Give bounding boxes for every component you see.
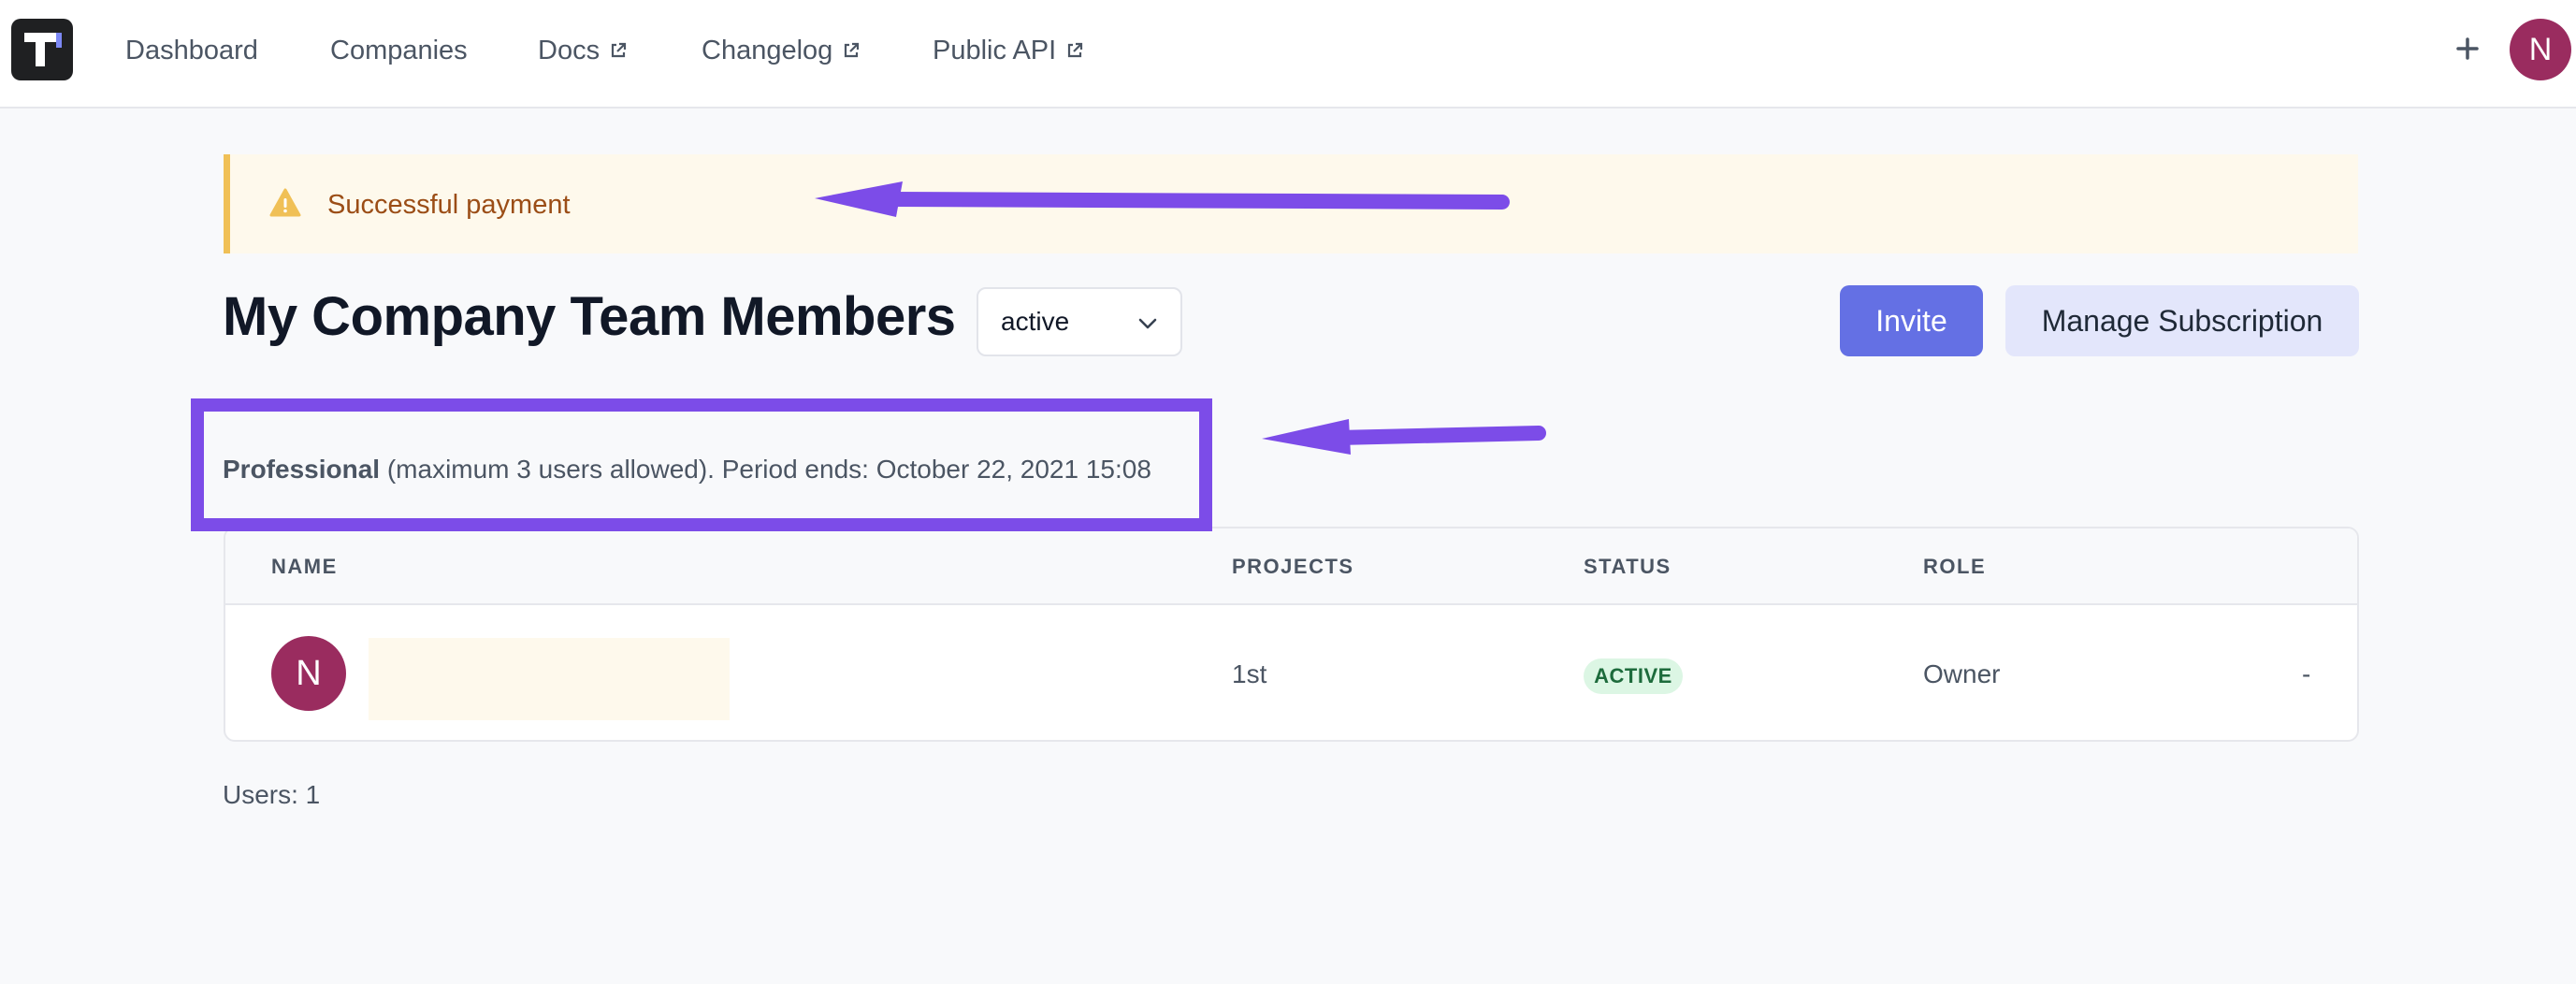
- status-badge: ACTIVE: [1584, 658, 1683, 694]
- table-header: NAME PROJECTS STATUS ROLE: [225, 528, 2357, 605]
- plan-name: Professional: [223, 455, 381, 484]
- status-filter-select[interactable]: active: [977, 287, 1182, 356]
- plan-details: (maximum 3 users allowed). Period ends: …: [380, 455, 1151, 484]
- member-avatar: N: [271, 636, 346, 711]
- nav-link-label: Docs: [538, 35, 601, 65]
- status-filter-value: active: [1001, 307, 1070, 336]
- subscription-plan-info: Professional (maximum 3 users allowed). …: [223, 455, 1151, 485]
- avatar-initial: N: [296, 653, 322, 693]
- logo-mark-stem: [36, 33, 45, 66]
- nav-link-changelog[interactable]: Changelog: [702, 32, 861, 69]
- top-navigation: Dashboard Companies Docs Changelog Publi…: [0, 0, 2576, 109]
- page-title: My Company Team Members: [223, 286, 956, 347]
- column-header-status: STATUS: [1584, 555, 1672, 578]
- nav-link-label: Companies: [330, 35, 468, 65]
- nav-link-docs[interactable]: Docs: [538, 32, 628, 69]
- column-header-name: NAME: [271, 555, 338, 578]
- member-role: Owner: [1923, 659, 2001, 688]
- member-projects: 1st: [1232, 659, 1267, 688]
- external-link-icon: [1068, 42, 1083, 58]
- alert-message: Successful payment: [327, 190, 571, 220]
- nav-link-label: Changelog: [702, 35, 833, 65]
- member-name-redacted: [369, 638, 730, 720]
- app-logo[interactable]: [11, 19, 73, 80]
- invite-button[interactable]: Invite: [1840, 285, 1983, 356]
- external-link-icon: [845, 42, 860, 58]
- annotation-arrow-shaft: [1330, 426, 1546, 445]
- chevron-down-icon: [1138, 318, 1157, 329]
- avatar-initial: N: [2528, 31, 2553, 67]
- payment-alert: Successful payment: [224, 154, 2358, 253]
- column-header-projects: PROJECTS: [1232, 555, 1354, 578]
- nav-link-companies[interactable]: Companies: [330, 32, 468, 69]
- external-link-icon: [611, 42, 627, 58]
- nav-link-public-api[interactable]: Public API: [933, 32, 1084, 69]
- nav-link-dashboard[interactable]: Dashboard: [125, 32, 258, 69]
- annotation-overlay: [191, 181, 1546, 531]
- user-avatar[interactable]: N: [2510, 19, 2571, 80]
- warning-triangle-icon: [269, 188, 301, 217]
- annotation-arrow-head: [1262, 419, 1351, 455]
- nav-link-label: Public API: [933, 35, 1057, 65]
- nav-link-label: Dashboard: [125, 35, 258, 65]
- manage-subscription-button[interactable]: Manage Subscription: [2005, 285, 2359, 356]
- column-header-role: ROLE: [1923, 555, 1987, 578]
- users-count: Users: 1: [223, 780, 321, 809]
- plus-icon[interactable]: [2447, 28, 2488, 69]
- row-action[interactable]: -: [2302, 659, 2310, 689]
- logo-mark-accent: [56, 33, 62, 48]
- team-members-table: NAME PROJECTS STATUS ROLE N 1st ACTIVE O…: [224, 527, 2359, 742]
